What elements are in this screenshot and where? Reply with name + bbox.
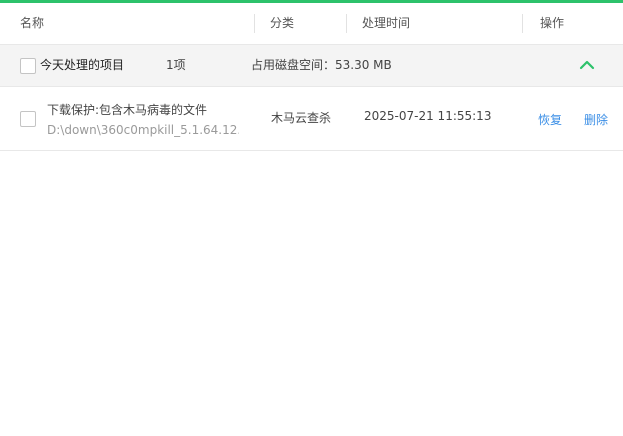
group-today: 今天处理的项目 1项 占用磁盘空间：53.30 MB <box>0 44 623 87</box>
file-path: D:\down\360c0mpkill_5.1.64.12... <box>47 123 239 137</box>
header-category: 分类 <box>270 16 295 30</box>
file-processed-time: 2025-07-21 11:55:13 <box>364 109 492 123</box>
header-name: 名称 <box>20 16 45 30</box>
header-divider <box>346 14 347 33</box>
header-divider <box>522 14 523 33</box>
table-row: 下载保护:包含木马病毒的文件 D:\down\360c0mpkill_5.1.6… <box>0 87 623 151</box>
group-select-checkbox[interactable] <box>20 58 36 74</box>
restore-button[interactable]: 恢复 <box>538 111 562 128</box>
group-title: 今天处理的项目 <box>40 58 125 72</box>
delete-button[interactable]: 删除 <box>584 111 608 128</box>
chevron-up-icon[interactable] <box>578 57 596 73</box>
file-threat-title: 下载保护:包含木马病毒的文件 <box>47 103 208 117</box>
table-header: 名称 分类 处理时间 操作 <box>0 3 623 44</box>
header-divider <box>254 14 255 33</box>
header-action: 操作 <box>540 16 565 30</box>
row-select-checkbox[interactable] <box>20 111 36 127</box>
group-disk-usage: 占用磁盘空间：53.30 MB <box>251 58 392 72</box>
header-time: 处理时间 <box>362 16 411 30</box>
group-item-count: 1项 <box>166 58 186 72</box>
quarantine-panel: 名称 分类 处理时间 操作 今天处理的项目 1项 占用磁盘空间：53.30 MB… <box>0 0 623 436</box>
file-category: 木马云查杀 <box>271 111 332 125</box>
